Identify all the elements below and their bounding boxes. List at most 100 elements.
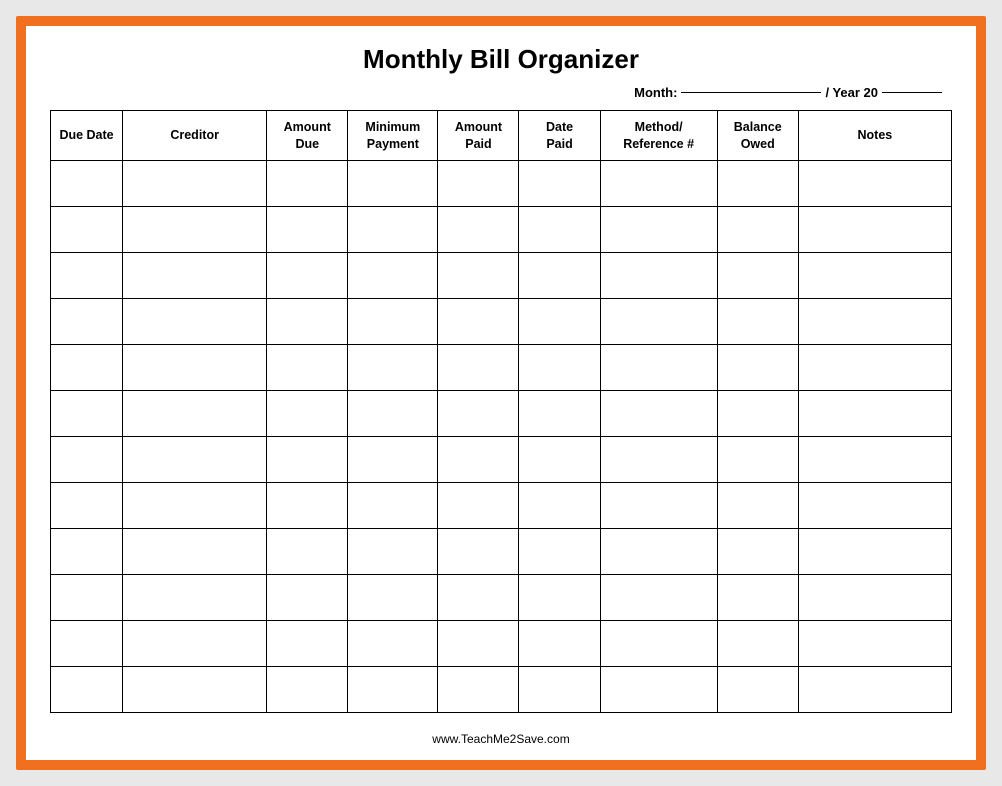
table-cell[interactable] [600,575,717,621]
table-row[interactable] [51,207,952,253]
table-cell[interactable] [51,253,123,299]
table-cell[interactable] [267,345,348,391]
table-cell[interactable] [600,299,717,345]
table-cell[interactable] [600,437,717,483]
table-row[interactable] [51,299,952,345]
table-cell[interactable] [348,437,438,483]
table-cell[interactable] [798,161,951,207]
table-cell[interactable] [51,161,123,207]
table-row[interactable] [51,253,952,299]
table-row[interactable] [51,483,952,529]
table-cell[interactable] [438,621,519,667]
table-cell[interactable] [717,299,798,345]
table-cell[interactable] [438,529,519,575]
table-cell[interactable] [267,621,348,667]
table-cell[interactable] [267,483,348,529]
table-cell[interactable] [348,391,438,437]
table-cell[interactable] [717,207,798,253]
table-cell[interactable] [519,667,600,713]
table-cell[interactable] [348,667,438,713]
table-cell[interactable] [348,207,438,253]
table-cell[interactable] [600,345,717,391]
table-cell[interactable] [717,667,798,713]
table-cell[interactable] [348,621,438,667]
table-cell[interactable] [123,437,267,483]
table-cell[interactable] [267,299,348,345]
table-cell[interactable] [348,575,438,621]
table-cell[interactable] [519,253,600,299]
table-cell[interactable] [717,161,798,207]
table-cell[interactable] [798,529,951,575]
table-cell[interactable] [123,299,267,345]
table-cell[interactable] [123,253,267,299]
table-cell[interactable] [51,483,123,529]
table-cell[interactable] [600,253,717,299]
table-cell[interactable] [717,483,798,529]
table-cell[interactable] [267,253,348,299]
table-cell[interactable] [438,207,519,253]
table-cell[interactable] [519,575,600,621]
table-cell[interactable] [600,391,717,437]
table-cell[interactable] [438,299,519,345]
table-cell[interactable] [600,529,717,575]
table-cell[interactable] [123,483,267,529]
table-cell[interactable] [51,575,123,621]
table-cell[interactable] [519,299,600,345]
table-cell[interactable] [600,207,717,253]
table-cell[interactable] [267,529,348,575]
table-cell[interactable] [123,345,267,391]
table-row[interactable] [51,161,952,207]
table-cell[interactable] [438,161,519,207]
table-row[interactable] [51,667,952,713]
table-cell[interactable] [519,529,600,575]
table-cell[interactable] [51,391,123,437]
table-cell[interactable] [798,207,951,253]
table-row[interactable] [51,621,952,667]
table-cell[interactable] [600,667,717,713]
table-cell[interactable] [798,437,951,483]
table-row[interactable] [51,345,952,391]
table-cell[interactable] [798,667,951,713]
table-cell[interactable] [51,621,123,667]
table-cell[interactable] [798,483,951,529]
table-cell[interactable] [267,575,348,621]
table-cell[interactable] [51,207,123,253]
table-cell[interactable] [51,667,123,713]
table-cell[interactable] [717,345,798,391]
table-cell[interactable] [267,391,348,437]
table-cell[interactable] [348,529,438,575]
table-cell[interactable] [519,437,600,483]
table-cell[interactable] [798,345,951,391]
table-cell[interactable] [798,575,951,621]
table-cell[interactable] [123,529,267,575]
table-cell[interactable] [267,207,348,253]
table-cell[interactable] [519,391,600,437]
table-cell[interactable] [51,345,123,391]
table-cell[interactable] [123,391,267,437]
table-cell[interactable] [717,253,798,299]
table-row[interactable] [51,437,952,483]
table-cell[interactable] [717,437,798,483]
table-cell[interactable] [798,253,951,299]
table-cell[interactable] [438,667,519,713]
table-cell[interactable] [717,575,798,621]
table-cell[interactable] [717,391,798,437]
table-row[interactable] [51,575,952,621]
table-cell[interactable] [123,621,267,667]
table-cell[interactable] [123,161,267,207]
table-cell[interactable] [519,483,600,529]
table-cell[interactable] [348,483,438,529]
table-cell[interactable] [348,299,438,345]
table-cell[interactable] [600,621,717,667]
table-cell[interactable] [717,621,798,667]
table-cell[interactable] [123,575,267,621]
table-cell[interactable] [438,345,519,391]
table-cell[interactable] [438,575,519,621]
table-row[interactable] [51,391,952,437]
table-cell[interactable] [600,161,717,207]
table-cell[interactable] [519,621,600,667]
table-cell[interactable] [51,437,123,483]
table-cell[interactable] [717,529,798,575]
table-cell[interactable] [267,667,348,713]
table-cell[interactable] [798,621,951,667]
